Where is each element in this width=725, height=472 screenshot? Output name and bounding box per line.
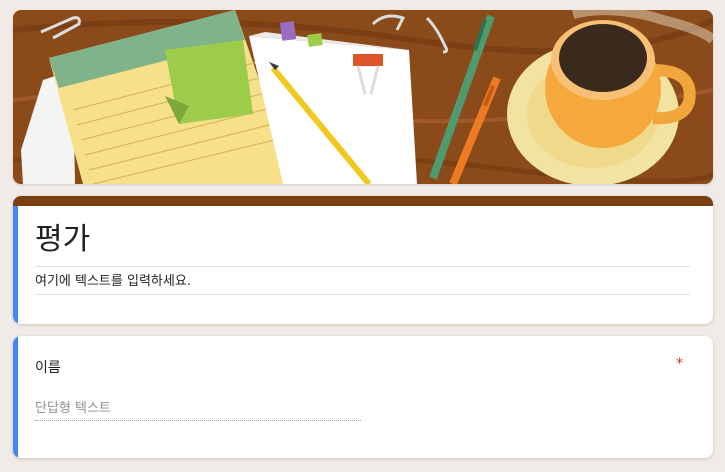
active-card-indicator [13, 206, 18, 324]
active-card-indicator [13, 336, 18, 458]
required-indicator: * [676, 356, 683, 372]
question-card[interactable]: 이름 * [13, 336, 713, 458]
header-image [13, 10, 713, 184]
form-description-field[interactable]: 여기에 텍스트를 입력하세요. [35, 272, 690, 295]
form-title-field[interactable]: 평가 [35, 220, 690, 267]
form-editor-page: 평가 여기에 텍스트를 입력하세요. 이름 * [0, 0, 725, 472]
form-title-card[interactable]: 평가 여기에 텍스트를 입력하세요. [13, 196, 713, 324]
short-answer-input[interactable] [35, 396, 361, 421]
question-title[interactable]: 이름 [35, 358, 61, 378]
theme-color-bar [13, 196, 713, 206]
